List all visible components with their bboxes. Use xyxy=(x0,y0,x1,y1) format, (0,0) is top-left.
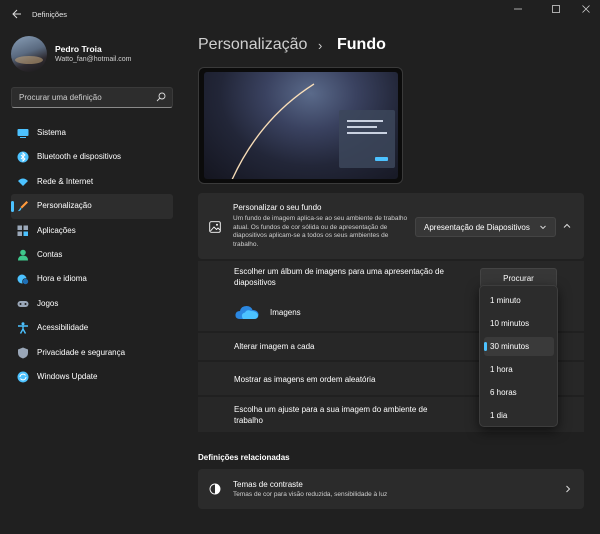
interval-option-label: 1 dia xyxy=(490,411,508,420)
album-label: Escolher um álbum de imagens para uma ap… xyxy=(234,267,444,287)
interval-option[interactable]: 1 dia xyxy=(484,406,554,425)
interval-option[interactable]: 6 horas xyxy=(484,383,554,402)
preview-line xyxy=(347,120,383,122)
apps-icon xyxy=(17,225,29,237)
sidebar-item-label: Aplicações xyxy=(37,225,76,235)
monitor-icon xyxy=(17,127,29,139)
sidebar-item-label: Acessibilidade xyxy=(37,323,89,333)
fit-label: Escolha um ajuste para a sua imagem do a… xyxy=(234,405,428,425)
sidebar-item-hora-idioma[interactable]: Hora e idioma xyxy=(11,267,173,291)
shield-icon xyxy=(17,347,29,359)
sidebar-item-label: Rede & Internet xyxy=(37,176,94,186)
sidebar-item-sistema[interactable]: Sistema xyxy=(11,121,173,145)
preview-line xyxy=(347,132,387,134)
sidebar-item-personalizacao[interactable]: Personalização xyxy=(11,194,173,219)
interval-dropdown-list: 1 minuto 10 minutos 30 minutos 1 hora 6 … xyxy=(479,285,558,427)
preview-line xyxy=(347,126,377,128)
background-type-dropdown[interactable]: Apresentação de Diapositivos xyxy=(415,217,556,237)
sidebar-item-label: Contas xyxy=(37,249,63,259)
interval-option[interactable]: 1 hora xyxy=(484,360,554,379)
interval-option-label: 1 minuto xyxy=(490,296,521,305)
bluetooth-icon xyxy=(17,151,29,163)
related-settings-heading: Definições relacionadas xyxy=(198,453,290,462)
interval-option-label: 1 hora xyxy=(490,365,513,374)
sidebar-item-label: Hora e idioma xyxy=(37,274,87,284)
interval-option-label: 6 horas xyxy=(490,388,517,397)
breadcrumb-parent[interactable]: Personalização xyxy=(198,36,307,54)
page-title: Fundo xyxy=(337,36,386,53)
contrast-themes-title: Temas de contraste xyxy=(233,480,303,489)
sidebar-item-windows-update[interactable]: Windows Update xyxy=(11,365,173,389)
sidebar-item-acessibilidade[interactable]: Acessibilidade xyxy=(11,316,173,340)
settings-window: Definições Pedro Troia Watto_fan@hotmail… xyxy=(0,0,600,534)
interval-option-selected[interactable]: 30 minutos xyxy=(484,337,554,356)
maximize-icon[interactable] xyxy=(544,4,568,18)
browse-button-label: Procurar xyxy=(503,274,534,283)
sidebar-item-bluetooth[interactable]: Bluetooth e dispositivos xyxy=(11,145,173,169)
gamepad-icon xyxy=(17,298,29,310)
sidebar-item-jogos[interactable]: Jogos xyxy=(11,292,173,316)
update-icon xyxy=(17,371,29,383)
person-icon xyxy=(17,249,29,261)
back-arrow-icon[interactable] xyxy=(10,8,22,20)
contrast-icon xyxy=(209,483,221,495)
sidebar-nav: Sistema Bluetooth e dispositivos Rede & … xyxy=(11,121,173,389)
close-icon[interactable] xyxy=(574,4,598,18)
preview-accent-button xyxy=(375,157,388,161)
app-title: Definições xyxy=(32,10,68,19)
search-input[interactable]: Procurar uma definição xyxy=(11,87,173,108)
chevron-right-icon xyxy=(564,484,572,494)
brush-icon xyxy=(17,200,29,212)
search-icon[interactable] xyxy=(156,92,166,102)
sidebar-item-privacidade[interactable]: Privacidade e segurança xyxy=(11,341,173,365)
title-bar: Definições xyxy=(0,0,600,30)
sidebar-item-label: Windows Update xyxy=(37,371,98,381)
sidebar-item-contas[interactable]: Contas xyxy=(11,243,173,267)
sidebar-item-label: Bluetooth e dispositivos xyxy=(37,152,122,162)
search-placeholder: Procurar uma definição xyxy=(19,93,102,102)
wallpaper-thumbnail xyxy=(204,72,398,179)
interval-option-label: 10 minutos xyxy=(490,319,530,328)
user-email: Watto_fan@hotmail.com xyxy=(55,56,132,63)
interval-option-label: 30 minutos xyxy=(490,342,530,351)
shuffle-label: Mostrar as imagens em ordem aleatória xyxy=(234,375,376,384)
image-icon xyxy=(209,221,221,233)
sidebar-item-rede[interactable]: Rede & Internet xyxy=(11,170,173,194)
contrast-themes-link[interactable]: Temas de contraste Temas de cor para vis… xyxy=(198,469,584,509)
preview-window-graphic xyxy=(339,110,395,168)
onedrive-icon xyxy=(234,303,260,321)
chevron-down-icon xyxy=(539,223,547,231)
accessibility-icon xyxy=(17,322,29,334)
breadcrumb-separator: › xyxy=(318,38,323,53)
interval-option[interactable]: 1 minuto xyxy=(484,291,554,310)
selected-indicator xyxy=(484,342,487,351)
avatar[interactable] xyxy=(11,36,47,72)
sidebar-item-label: Sistema xyxy=(37,128,66,137)
user-name: Pedro Troia xyxy=(55,44,102,54)
sidebar-item-label: Privacidade e segurança xyxy=(37,347,126,357)
sidebar-item-label: Personalização xyxy=(37,201,92,211)
sidebar-item-label: Jogos xyxy=(37,298,59,308)
wifi-icon xyxy=(17,176,29,188)
active-indicator xyxy=(11,201,14,213)
desktop-preview xyxy=(198,67,403,184)
background-type-value: Apresentação de Diapositivos xyxy=(424,223,530,232)
album-folder-name: Imagens xyxy=(270,308,301,317)
background-expander[interactable]: Personalizar o seu fundo Um fundo de ima… xyxy=(198,193,584,259)
contrast-themes-description: Temas de cor para visão reduzida, sensib… xyxy=(233,491,388,498)
interval-label: Alterar imagem a cada xyxy=(234,342,315,351)
minimize-icon[interactable] xyxy=(506,4,530,18)
interval-option[interactable]: 10 minutos xyxy=(484,314,554,333)
sidebar-item-aplicacoes[interactable]: Aplicações xyxy=(11,219,173,243)
background-description: Um fundo de imagem aplica-se ao seu ambi… xyxy=(233,215,408,248)
globe-clock-icon xyxy=(17,273,29,286)
background-title: Personalizar o seu fundo xyxy=(233,203,322,212)
chevron-up-icon[interactable] xyxy=(562,221,572,231)
